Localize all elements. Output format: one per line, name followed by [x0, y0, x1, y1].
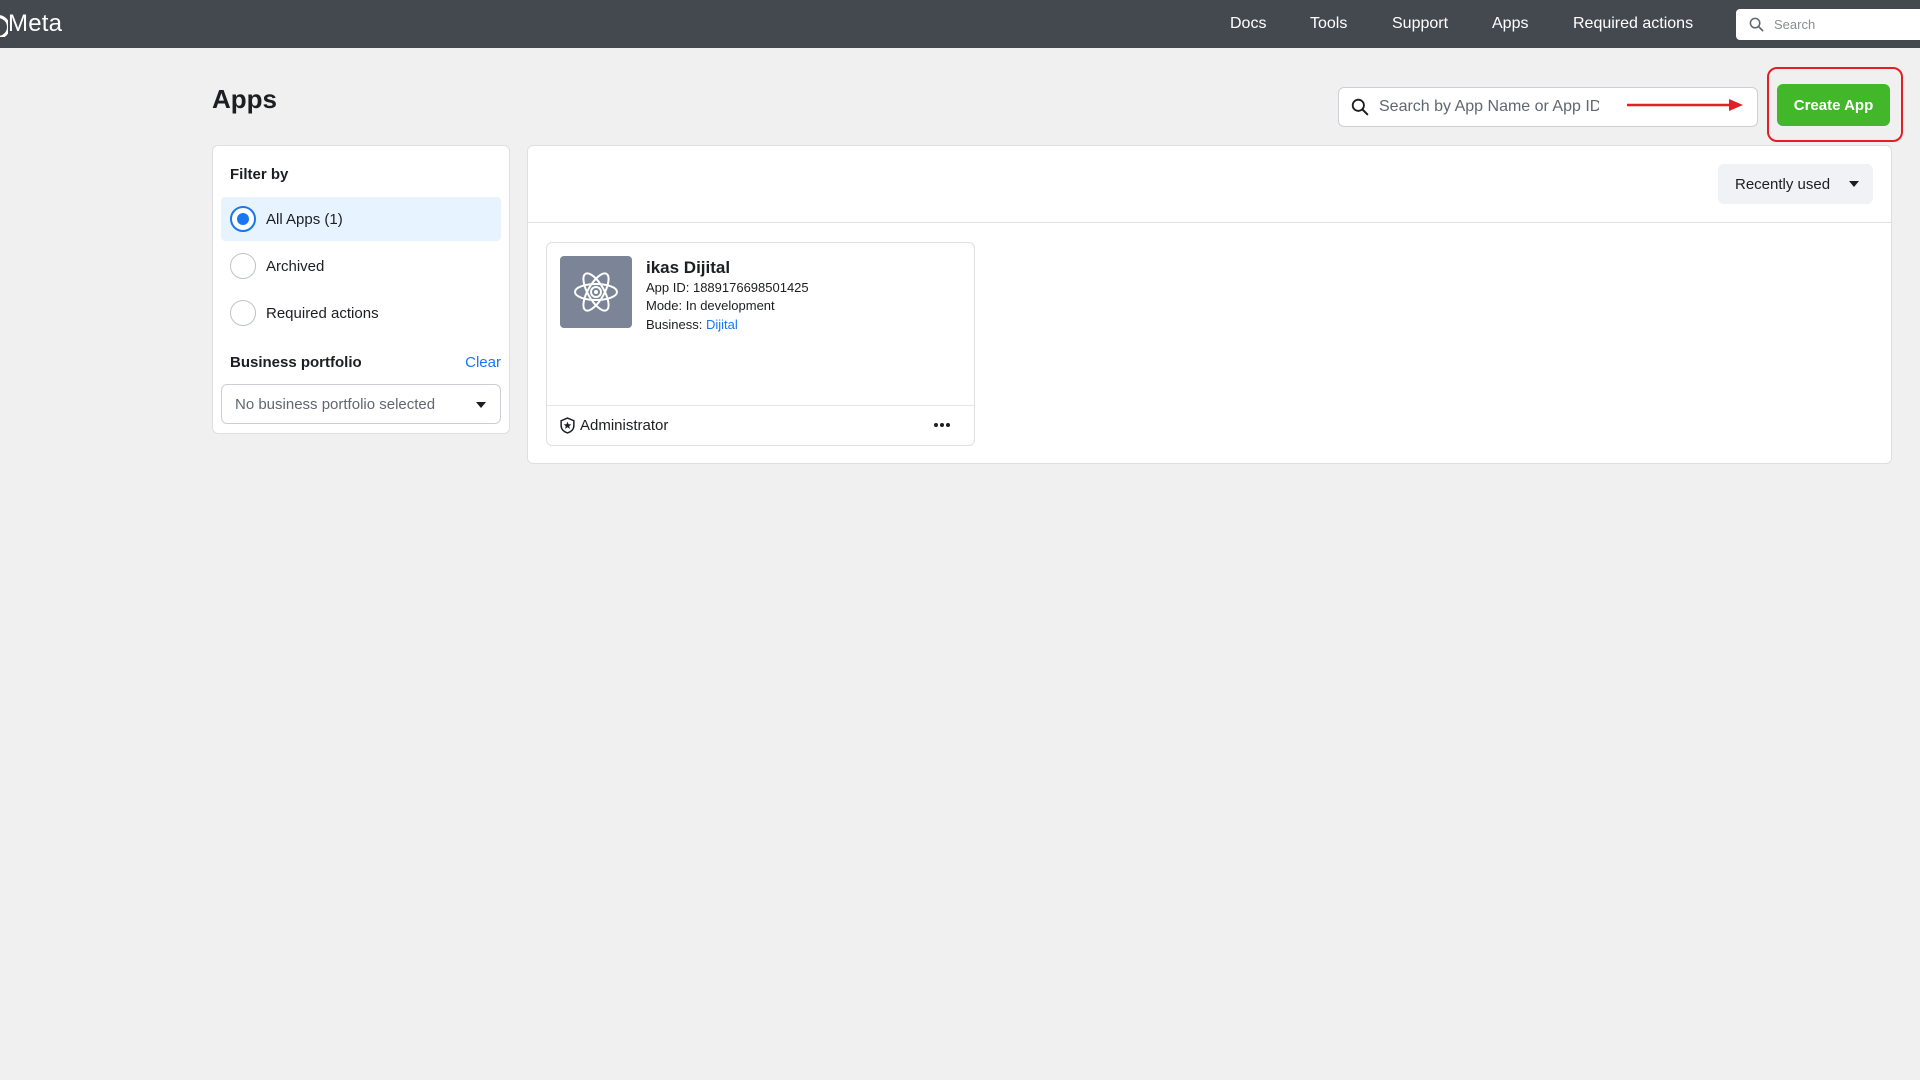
radio-button[interactable]: [230, 253, 256, 279]
arrow-right-icon: [1627, 99, 1743, 111]
app-role: Administrator: [559, 417, 668, 434]
page-title: Apps: [212, 84, 277, 114]
filter-option-all-apps[interactable]: All Apps (1): [221, 197, 501, 241]
filter-option-label: Archived: [266, 257, 325, 275]
app-card[interactable]: ikas Dijital App ID: 1889176698501425 Mo…: [546, 242, 975, 446]
nav-required-actions[interactable]: Required actions: [1573, 15, 1693, 33]
app-id: App ID: 1889176698501425: [646, 280, 809, 295]
radio-button-selected[interactable]: [230, 206, 256, 232]
nav-apps[interactable]: Apps: [1492, 15, 1528, 33]
filter-title: Filter by: [230, 166, 289, 183]
atom-icon: [574, 272, 618, 312]
app-business-link[interactable]: Dijital: [706, 317, 738, 332]
app-icon: [560, 256, 632, 328]
nav-docs[interactable]: Docs: [1230, 15, 1266, 33]
radio-button[interactable]: [230, 300, 256, 326]
card-divider: [547, 405, 974, 406]
top-search-input[interactable]: [1774, 17, 1920, 32]
app-mode: Mode: In development: [646, 298, 775, 313]
nav-tools[interactable]: Tools: [1310, 15, 1347, 33]
business-portfolio-value: No business portfolio selected: [235, 395, 436, 413]
caret-down-icon: [476, 402, 486, 408]
search-icon: [1351, 98, 1369, 116]
business-portfolio-title: Business portfolio: [230, 354, 362, 371]
filter-option-archived[interactable]: Archived: [221, 244, 501, 288]
filter-option-label: Required actions: [266, 304, 379, 322]
app-business-label: Business:: [646, 317, 706, 332]
app-search-input[interactable]: [1379, 98, 1599, 116]
create-app-button[interactable]: Create App: [1777, 84, 1890, 126]
filter-panel: Filter by All Apps (1) Archived Required…: [212, 145, 510, 434]
apps-list-panel: Recently used ikas Dijital App ID: 18891…: [527, 145, 1892, 464]
app-name[interactable]: ikas Dijital: [646, 258, 730, 278]
business-portfolio-select[interactable]: No business portfolio selected: [221, 384, 501, 424]
shield-star-icon: [560, 417, 575, 434]
top-search-box[interactable]: [1736, 9, 1920, 40]
search-icon: [1749, 17, 1764, 32]
more-options-button[interactable]: [930, 413, 954, 437]
app-business: Business: Dijital: [646, 317, 738, 332]
sort-label: Recently used: [1735, 175, 1831, 193]
meta-logo[interactable]: Meta: [0, 0, 62, 48]
panel-divider: [528, 222, 1891, 223]
more-icon: [934, 423, 950, 427]
top-navigation-bar: Meta Docs Tools Support Apps Required ac…: [0, 0, 1920, 48]
filter-option-label: All Apps (1): [266, 210, 343, 228]
nav-support[interactable]: Support: [1392, 15, 1448, 33]
caret-down-icon: [1849, 181, 1859, 187]
sort-dropdown[interactable]: Recently used: [1718, 164, 1873, 204]
role-label: Administrator: [580, 417, 669, 434]
meta-logo-icon: [0, 11, 8, 37]
filter-option-required-actions[interactable]: Required actions: [221, 291, 501, 335]
meta-logo-text: Meta: [8, 10, 63, 37]
business-portfolio-clear-link[interactable]: Clear: [465, 354, 501, 371]
